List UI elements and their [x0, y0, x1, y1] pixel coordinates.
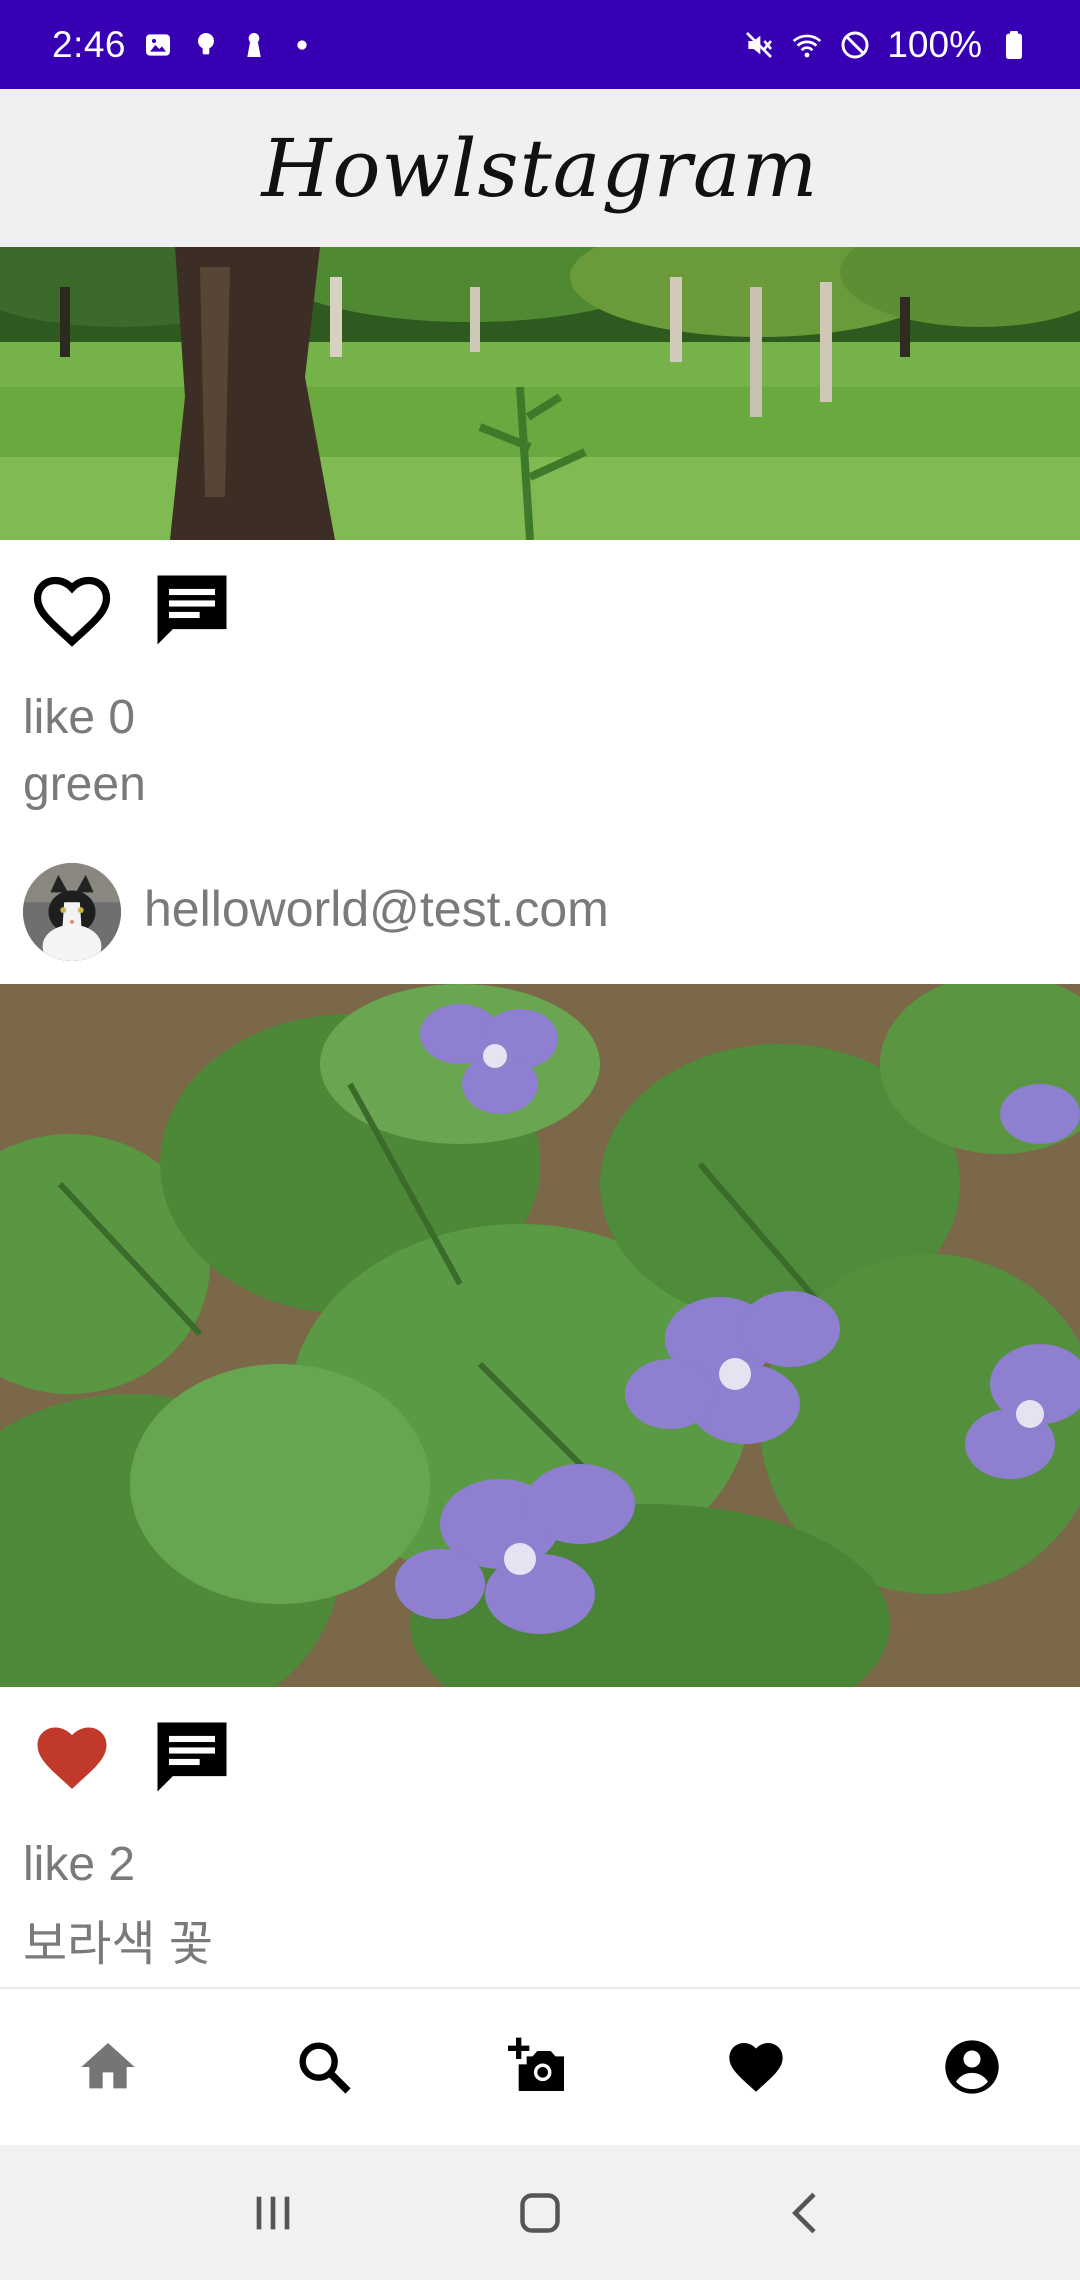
like-count: like 2 [23, 1838, 136, 1891]
battery-percent: 100% [887, 23, 982, 65]
block-icon [839, 27, 871, 63]
post-caption: green [23, 758, 146, 811]
violet-flowers-photo[interactable] [0, 984, 1080, 1687]
wifi-icon [791, 27, 823, 63]
feed-list[interactable]: like 0 green helloworld@test.com like 2 … [0, 247, 1080, 1987]
add-photo-icon[interactable] [480, 2007, 600, 2127]
user-email[interactable]: helloworld@test.com [144, 880, 609, 938]
favorite-icon[interactable] [696, 2007, 816, 2127]
status-right: 100% [743, 24, 1030, 66]
comment-button[interactable] [146, 1711, 238, 1803]
gallery-icon [142, 27, 174, 63]
screen: 2:46 100% Howlstagram like 0 green hello… [0, 0, 1080, 2280]
account-icon[interactable] [912, 2007, 1032, 2127]
bulb-icon [190, 27, 222, 63]
keyhole-icon [238, 27, 270, 63]
battery-icon [998, 27, 1030, 63]
home-button-icon[interactable] [490, 2163, 590, 2263]
post-caption: 보라색 꽃 [23, 1918, 213, 1971]
app-title: Howlstagram [261, 121, 819, 215]
cat-avatar[interactable] [23, 863, 121, 961]
app-bar: Howlstagram [0, 89, 1080, 247]
mute-icon [743, 27, 775, 63]
recents-icon[interactable] [223, 2163, 323, 2263]
park-grass-photo[interactable] [0, 247, 1080, 540]
system-nav [0, 2145, 1080, 2280]
search-icon[interactable] [264, 2007, 384, 2127]
status-bar: 2:46 100% [0, 0, 1080, 89]
home-icon[interactable] [48, 2007, 168, 2127]
like-count: like 0 [23, 691, 136, 744]
bottom-nav [0, 1987, 1080, 2145]
status-time: 2:46 [52, 23, 127, 65]
back-icon[interactable] [757, 2163, 857, 2263]
status-left: 2:46 [52, 24, 318, 66]
comment-button[interactable] [146, 564, 238, 656]
like-button-liked[interactable] [26, 1711, 118, 1803]
like-button[interactable] [26, 564, 118, 656]
dot-icon [286, 27, 318, 63]
